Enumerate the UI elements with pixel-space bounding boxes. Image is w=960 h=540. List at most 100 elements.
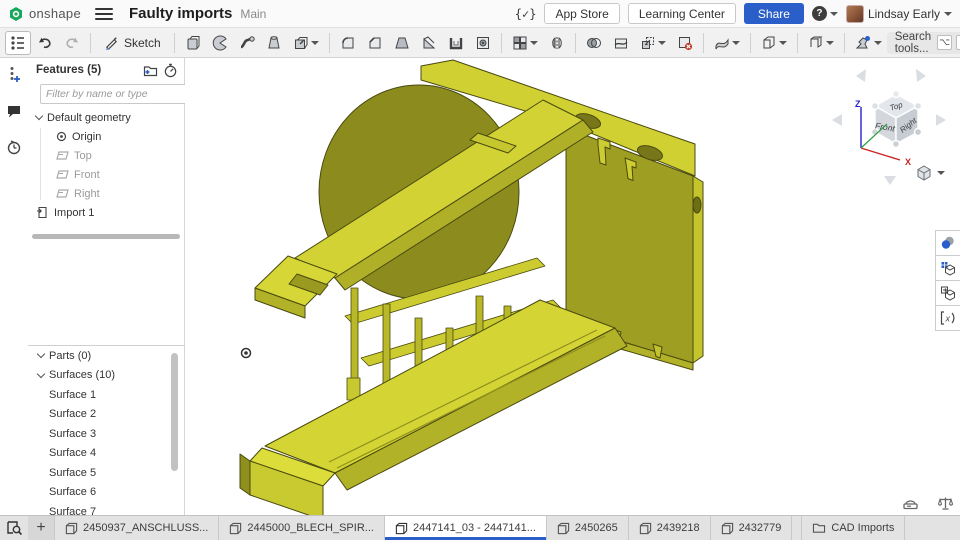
parts-surfaces-panel: Parts (0) Surfaces (10) Surface 1 Surfac… xyxy=(28,345,185,515)
history-button[interactable] xyxy=(3,136,25,158)
delete-part-tool-button[interactable] xyxy=(672,31,698,55)
tree-item-top-plane[interactable]: Top xyxy=(36,146,184,165)
draft-tool-button[interactable] xyxy=(389,31,415,55)
surface-list-item[interactable]: Surface 6 xyxy=(28,483,184,503)
tab-part-studio[interactable]: 2439218 xyxy=(629,516,711,540)
sketch-button[interactable]: Sketch xyxy=(96,31,169,55)
chevron-down-icon xyxy=(944,12,952,16)
shell-tool-button[interactable] xyxy=(443,31,469,55)
tab-part-studio[interactable]: 2432779 xyxy=(711,516,793,540)
svg-text:x: x xyxy=(945,314,951,324)
tree-item-front-plane[interactable]: Front xyxy=(36,165,184,184)
surface-list-item[interactable]: Surface 7 xyxy=(28,502,184,515)
fillet-tool-button[interactable] xyxy=(335,31,361,55)
configurations-button[interactable] xyxy=(935,255,960,281)
tree-item-default-geometry[interactable]: Default geometry xyxy=(36,108,184,127)
tree-item-origin[interactable]: Origin xyxy=(36,127,184,146)
surface-tools-button[interactable] xyxy=(709,31,745,55)
named-views-button[interactable] xyxy=(935,280,960,306)
display-states-button[interactable] xyxy=(935,230,960,256)
view-settings-button[interactable] xyxy=(908,162,952,184)
surface-list-item[interactable]: Surface 1 xyxy=(28,385,184,405)
parts-section-header[interactable]: Parts (0) xyxy=(28,346,184,366)
app-header: onshape Faulty imports Main {✓} App Stor… xyxy=(0,0,960,28)
featurescript-icon[interactable]: {✓} xyxy=(515,7,537,21)
mass-properties-scale-icon[interactable] xyxy=(937,495,954,512)
origin-icon xyxy=(56,131,67,142)
feature-list-toggle-button[interactable] xyxy=(5,31,31,55)
surface-list-item[interactable]: Surface 2 xyxy=(28,405,184,425)
rib-tool-button[interactable] xyxy=(416,31,442,55)
tree-item-right-plane[interactable]: Right xyxy=(36,184,184,203)
onshape-logo-icon xyxy=(8,6,24,22)
fillet-icon xyxy=(340,35,356,51)
plane-icon xyxy=(56,150,69,161)
user-menu[interactable]: Lindsay Early xyxy=(846,5,952,23)
tab-part-studio[interactable]: 2445000_BLECH_SPIR... xyxy=(219,516,385,540)
frame-tools-button[interactable] xyxy=(803,31,839,55)
mirror-tool-button[interactable] xyxy=(544,31,570,55)
share-button[interactable]: Share xyxy=(744,3,804,24)
section-print-icon[interactable] xyxy=(902,495,919,512)
search-tabs-button[interactable] xyxy=(0,516,28,540)
search-tools[interactable]: Search tools... ⌥ C xyxy=(887,32,960,54)
main-menu-button[interactable] xyxy=(95,5,113,23)
z-axis-label: Z xyxy=(855,99,861,109)
custom-features-button[interactable] xyxy=(850,31,886,55)
tab-part-studio-active[interactable]: 2447141_03 - 2447141... xyxy=(385,516,547,540)
insert-feature-button[interactable] xyxy=(3,64,25,86)
tab-part-studio[interactable]: 2450937_ANSCHLUSS... xyxy=(54,516,219,540)
rollback-history-button[interactable] xyxy=(160,60,180,80)
revolve-tool-button[interactable] xyxy=(207,31,233,55)
create-folder-button[interactable] xyxy=(140,60,160,80)
rollback-bar[interactable] xyxy=(32,234,180,239)
sketch-button-label: Sketch xyxy=(124,36,161,50)
new-folder-icon xyxy=(143,64,158,77)
sweep-tool-button[interactable] xyxy=(234,31,260,55)
split-tool-button[interactable] xyxy=(608,31,634,55)
redo-button[interactable] xyxy=(59,31,85,55)
add-tab-button[interactable]: + xyxy=(28,516,54,540)
revolve-icon xyxy=(212,35,228,51)
redo-icon xyxy=(64,35,80,51)
app-store-button[interactable]: App Store xyxy=(544,3,619,24)
feature-toolbar: Sketch xyxy=(0,28,960,58)
surfaces-scrollbar[interactable] xyxy=(171,353,178,471)
delete-part-icon xyxy=(677,35,693,51)
loft-tool-button[interactable] xyxy=(261,31,287,55)
chamfer-tool-button[interactable] xyxy=(362,31,388,55)
search-tools-label: Search tools... xyxy=(895,31,933,55)
filter-input[interactable] xyxy=(40,84,189,104)
surface-list-item[interactable]: Surface 4 xyxy=(28,444,184,464)
help-menu[interactable]: ? xyxy=(812,6,838,21)
sheet-metal-tools-button[interactable] xyxy=(756,31,792,55)
feature-list-icon xyxy=(10,35,26,51)
thicken-tool-button[interactable] xyxy=(288,31,324,55)
surfaces-section-header[interactable]: Surfaces (10) xyxy=(28,366,184,386)
tree-item-import1[interactable]: Import 1 xyxy=(36,203,184,222)
chevron-down-icon xyxy=(830,12,838,16)
tab-part-studio[interactable]: 2450265 xyxy=(547,516,629,540)
chevron-down-icon xyxy=(35,112,43,120)
viewport-status-icons xyxy=(902,495,954,512)
surface-list-item[interactable]: Surface 5 xyxy=(28,463,184,483)
onshape-logo[interactable]: onshape xyxy=(8,6,81,22)
part-studio-icon xyxy=(557,522,570,535)
workspace-name[interactable]: Main xyxy=(240,7,266,21)
linear-pattern-tool-button[interactable] xyxy=(507,31,543,55)
sweep-icon xyxy=(239,35,255,51)
variables-button[interactable]: x xyxy=(935,305,960,331)
tab-folder-cad-imports[interactable]: CAD Imports xyxy=(801,516,905,540)
undo-button[interactable] xyxy=(32,31,58,55)
chevron-down-icon xyxy=(37,350,45,358)
boolean-tool-button[interactable] xyxy=(581,31,607,55)
learning-center-button[interactable]: Learning Center xyxy=(628,3,736,24)
surface-list-item[interactable]: Surface 3 xyxy=(28,424,184,444)
left-rail xyxy=(0,58,28,515)
hole-tool-button[interactable] xyxy=(470,31,496,55)
transform-tool-button[interactable] xyxy=(635,31,671,55)
plane-icon xyxy=(56,169,69,180)
surface-icon xyxy=(714,35,730,51)
comments-button[interactable] xyxy=(3,100,25,122)
extrude-tool-button[interactable] xyxy=(180,31,206,55)
